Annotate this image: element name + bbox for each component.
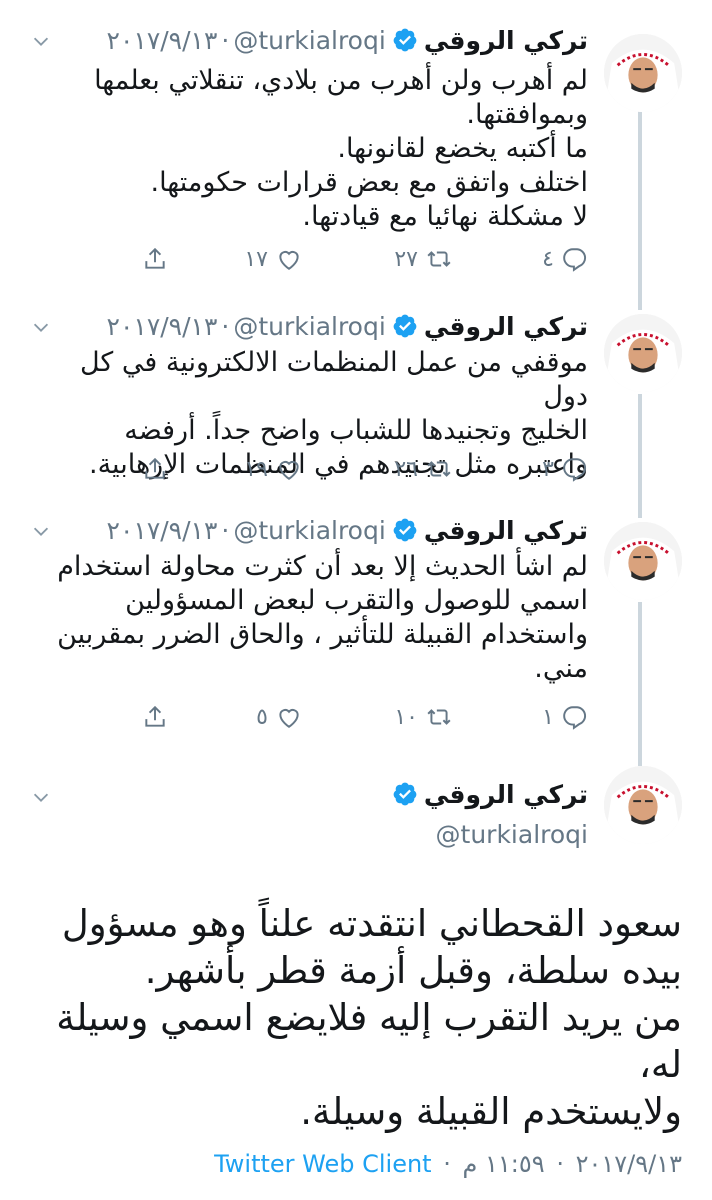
author-name[interactable]: تركي الروقي: [424, 26, 588, 55]
chevron-down-icon[interactable]: [30, 520, 52, 542]
reply-button[interactable]: ١: [542, 702, 588, 732]
profile-photo-icon: [604, 522, 682, 600]
author-name[interactable]: تركي الروقي: [424, 780, 588, 809]
author-handle[interactable]: @turkialroqi: [436, 820, 588, 849]
verified-icon: [392, 781, 418, 807]
avatar[interactable]: [604, 34, 682, 112]
profile-photo-icon: [604, 766, 682, 844]
tweet-actions: ٤ ٢٧ ١٧: [30, 244, 588, 274]
profile-photo-icon: [604, 34, 682, 112]
reply-button[interactable]: ٤: [542, 244, 588, 274]
reply-count: ١: [542, 704, 554, 730]
like-count: ١٩: [244, 456, 268, 482]
verified-icon: [392, 517, 418, 543]
tweet-text: لم أهرب ولن أهرب من بلادي، تنقلاتي بعلمه…: [94, 65, 588, 232]
verified-icon: [392, 27, 418, 53]
share-icon: [142, 456, 168, 482]
thread-line: [638, 394, 642, 518]
like-button[interactable]: ٥: [256, 702, 302, 732]
tweet-actions: ٣ ٢٦ ١٩: [30, 454, 588, 484]
author-name[interactable]: تركي الروقي: [424, 312, 588, 341]
avatar[interactable]: [604, 522, 682, 600]
heart-icon: [276, 704, 302, 730]
thread-line: [638, 602, 642, 766]
retweet-button[interactable]: ٢٦: [394, 454, 452, 484]
thread-line: [638, 110, 642, 310]
tweet-header: تركي الروقي @turkialroqi · ٢٠١٧/٩/١٣: [30, 512, 588, 548]
retweet-count: ٢٦: [394, 456, 418, 482]
tweet-header: تركي الروقي @turkialroqi · ٢٠١٧/٩/١٣: [30, 308, 588, 344]
retweet-count: ١٠: [394, 704, 418, 730]
avatar[interactable]: [604, 766, 682, 844]
share-icon: [142, 246, 168, 272]
like-count: ٥: [256, 704, 268, 730]
author-handle[interactable]: @turkialroqi: [233, 516, 385, 545]
main-tweet-text: سعود القحطاني انتقدته علناً وهو مسؤول بي…: [56, 902, 682, 1133]
tweet-date[interactable]: ٢٠١٧/٩/١٣: [107, 516, 218, 545]
separator-dot: ·: [221, 515, 230, 545]
main-tweet-footer: ٢٠١٧/٩/١٣ · ١١:٥٩ م · Twitter Web Client: [214, 1150, 682, 1186]
separator-dot: ·: [443, 1150, 451, 1178]
author-handle[interactable]: @turkialroqi: [233, 312, 385, 341]
retweet-icon: [426, 456, 452, 482]
reply-icon: [562, 456, 588, 482]
main-tweet-date[interactable]: ٢٠١٧/٩/١٣: [576, 1150, 682, 1178]
tweet-actions: ١ ١٠ ٥: [30, 702, 588, 732]
reply-count: ٤: [542, 246, 554, 272]
like-count: ١٧: [244, 246, 268, 272]
author-name[interactable]: تركي الروقي: [424, 516, 588, 545]
profile-photo-icon: [604, 314, 682, 392]
retweet-icon: [426, 246, 452, 272]
tweet-date[interactable]: ٢٠١٧/٩/١٣: [107, 312, 218, 341]
retweet-button[interactable]: ٢٧: [394, 244, 452, 274]
main-tweet-author: تركي الروقي: [30, 776, 588, 812]
author-handle[interactable]: @turkialroqi: [233, 26, 385, 55]
like-button[interactable]: ١٩: [244, 454, 302, 484]
tweet-text: لم اشأ الحديث إلا بعد أن كثرت محاولة است…: [57, 551, 588, 684]
reply-button[interactable]: ٣: [542, 454, 588, 484]
chevron-down-icon[interactable]: [30, 786, 52, 808]
share-button[interactable]: [142, 702, 168, 732]
retweet-count: ٢٧: [394, 246, 418, 272]
share-button[interactable]: [142, 454, 168, 484]
like-button[interactable]: ١٧: [244, 244, 302, 274]
chevron-down-icon[interactable]: [30, 316, 52, 338]
separator-dot: ·: [221, 311, 230, 341]
reply-icon: [562, 704, 588, 730]
heart-icon: [276, 456, 302, 482]
reply-count: ٣: [542, 456, 554, 482]
retweet-button[interactable]: ١٠: [394, 702, 452, 732]
main-tweet-handle-row: @turkialroqi: [30, 816, 588, 852]
separator-dot: ·: [556, 1150, 564, 1178]
main-tweet-time[interactable]: ١١:٥٩ م: [463, 1150, 545, 1178]
heart-icon: [276, 246, 302, 272]
tweet-header: تركي الروقي @turkialroqi · ٢٠١٧/٩/١٣: [30, 22, 588, 58]
retweet-icon: [426, 704, 452, 730]
share-icon: [142, 704, 168, 730]
separator-dot: ·: [221, 25, 230, 55]
verified-icon: [392, 313, 418, 339]
share-button[interactable]: [142, 244, 168, 274]
reply-icon: [562, 246, 588, 272]
client-link[interactable]: Twitter Web Client: [214, 1150, 432, 1178]
tweet-date[interactable]: ٢٠١٧/٩/١٣: [107, 26, 218, 55]
chevron-down-icon[interactable]: [30, 30, 52, 52]
avatar[interactable]: [604, 314, 682, 392]
